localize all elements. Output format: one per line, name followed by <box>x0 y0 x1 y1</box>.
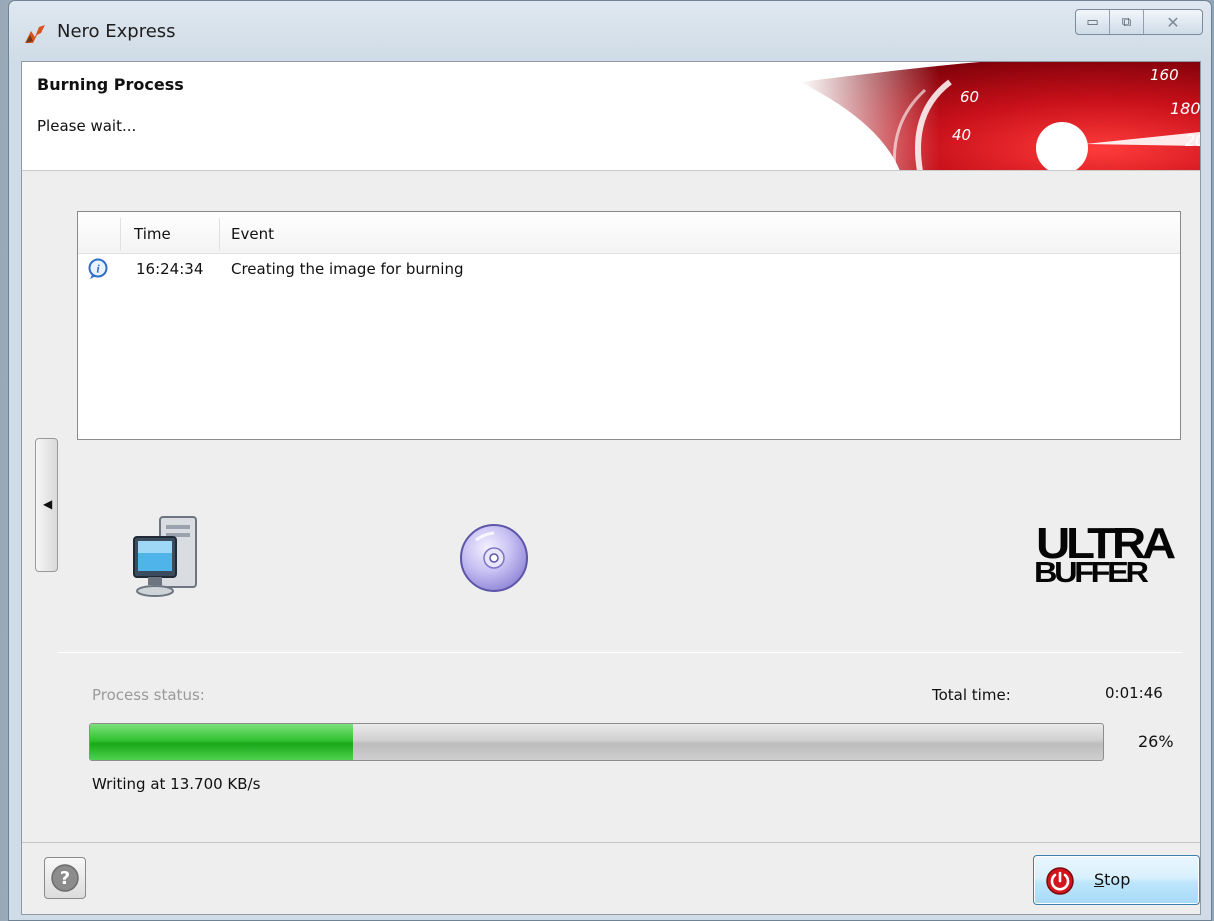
disc-icon <box>460 524 528 592</box>
close-icon: ✕ <box>1166 12 1180 32</box>
footer-divider <box>22 842 1200 843</box>
column-separator <box>120 218 121 250</box>
svg-text:?: ? <box>60 868 70 889</box>
section-divider <box>58 652 1182 653</box>
stop-button[interactable]: Stop <box>1033 855 1200 905</box>
title-bar[interactable]: Nero Express ▭ ⧉ ✕ <box>9 1 1211 61</box>
column-header-event[interactable]: Event <box>231 212 274 254</box>
process-status-label: Process status: <box>92 686 205 704</box>
column-header-time[interactable]: Time <box>134 212 171 254</box>
ultrabuffer-logo: ULTRA BUFFER <box>1030 519 1180 591</box>
nero-app-icon <box>25 25 45 43</box>
help-button[interactable]: ? <box>44 857 86 899</box>
minimize-icon: ▭ <box>1086 14 1099 30</box>
total-time-label: Total time: <box>932 686 1011 704</box>
arrow-left-icon: ◀ <box>43 497 53 511</box>
event-text: Creating the image for burning <box>231 260 464 278</box>
logo-line-2: BUFFER <box>1034 557 1149 589</box>
burn-progress-bar <box>89 723 1104 761</box>
nero-express-window: Nero Express ▭ ⧉ ✕ Burning Process Pleas… <box>8 0 1212 921</box>
stop-button-label: Stop <box>1094 870 1131 889</box>
progress-fill <box>90 724 354 760</box>
event-time: 16:24:34 <box>136 260 204 278</box>
computer-icon <box>133 516 197 597</box>
expand-panel-button[interactable]: ◀ <box>35 438 58 572</box>
page-subtitle: Please wait... <box>37 117 137 135</box>
close-button[interactable]: ✕ <box>1144 10 1202 34</box>
window-title: Nero Express <box>57 21 176 42</box>
stop-icon <box>1046 867 1074 895</box>
restore-button[interactable]: ⧉ <box>1110 10 1144 34</box>
speedometer-banner-icon: 160 180 20 60 40 <box>800 62 1200 170</box>
progress-percent: 26% <box>1138 732 1174 751</box>
info-icon: i <box>88 258 108 279</box>
minimize-button[interactable]: ▭ <box>1076 10 1110 34</box>
header-panel: Burning Process Please wait... <box>22 62 1200 171</box>
page-title: Burning Process <box>37 75 184 94</box>
write-speed-text: Writing at 13.700 KB/s <box>92 775 261 793</box>
restore-icon: ⧉ <box>1121 14 1132 30</box>
window-controls: ▭ ⧉ ✕ <box>1075 9 1203 35</box>
help-icon: ? <box>51 864 79 892</box>
column-separator <box>219 218 220 250</box>
dialog-client-area: Burning Process Please wait... Time Even… <box>21 61 1201 915</box>
total-time-value: 0:01:46 <box>1105 684 1163 702</box>
event-log-row[interactable]: i 16:24:34 Creating the image for burnin… <box>78 256 1180 286</box>
event-log-list[interactable]: Time Event i 16:24:34 Creating the image… <box>77 211 1181 440</box>
event-log-header: Time Event <box>78 212 1180 254</box>
